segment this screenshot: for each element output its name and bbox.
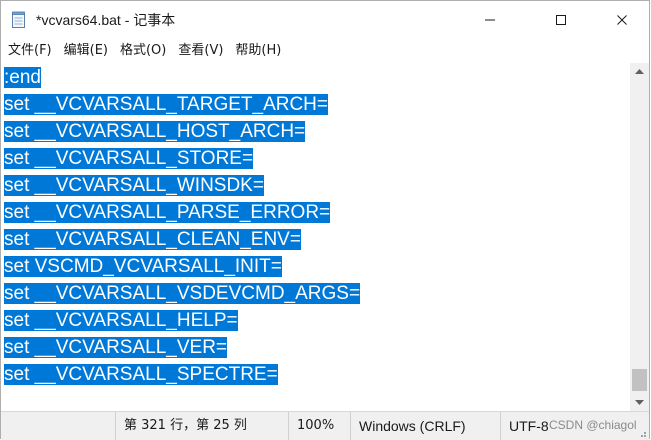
minimize-button[interactable] — [467, 1, 513, 38]
editor-line[interactable]: set __VCVARSALL_SPECTRE= — [4, 361, 278, 388]
scroll-down-button[interactable] — [630, 394, 649, 411]
text-editor[interactable]: :end set __VCVARSALL_TARGET_ARCH= set __… — [1, 63, 630, 411]
editor-line[interactable]: set VSCMD_VCVARSALL_INIT= — [4, 253, 282, 280]
title-bar[interactable]: *vcvars64.bat - 记事本 — [1, 1, 649, 38]
watermark-text: CSDN @chiagol — [549, 418, 637, 432]
chevron-up-icon — [635, 68, 644, 74]
close-icon — [617, 14, 627, 25]
close-button[interactable] — [599, 1, 645, 38]
editor-line[interactable]: set __VCVARSALL_HOST_ARCH= — [4, 118, 306, 145]
editor-line[interactable]: set __VCVARSALL_PARSE_ERROR= — [4, 199, 331, 226]
maximize-icon — [556, 14, 566, 25]
editor-line[interactable]: set __VCVARSALL_TARGET_ARCH= — [4, 91, 329, 118]
editor-line[interactable]: set __VCVARSALL_WINSDK= — [4, 172, 264, 199]
window-title: *vcvars64.bat - 记事本 — [36, 12, 176, 28]
scroll-up-button[interactable] — [630, 63, 649, 80]
minimize-icon — [485, 19, 495, 20]
scroll-thumb[interactable] — [632, 369, 647, 391]
chevron-down-icon — [635, 399, 644, 405]
editor-line[interactable]: set __VCVARSALL_VSDEVCMD_ARGS= — [4, 280, 361, 307]
menu-help[interactable]: 帮助(H) — [230, 40, 286, 62]
menu-edit[interactable]: 编辑(E) — [59, 40, 113, 62]
notepad-icon — [11, 11, 27, 29]
editor-line[interactable]: set __VCVARSALL_HELP= — [4, 307, 238, 334]
editor-line[interactable]: set __VCVARSALL_VER= — [4, 334, 228, 361]
menu-bar: 文件(F) 编辑(E) 格式(O) 查看(V) 帮助(H) — [1, 38, 649, 63]
maximize-button[interactable] — [538, 1, 584, 38]
resize-grip-icon[interactable] — [637, 428, 647, 438]
notepad-window: *vcvars64.bat - 记事本 文件(F) 编辑(E) 格式(O) 查看… — [0, 0, 650, 440]
editor-line[interactable]: set __VCVARSALL_STORE= — [4, 145, 254, 172]
editor-line[interactable]: set __VCVARSALL_CLEAN_ENV= — [4, 226, 301, 253]
zoom-level: 100% — [288, 412, 350, 440]
vertical-scrollbar[interactable] — [630, 63, 649, 411]
status-bar: 第 321 行，第 25 列 100% Windows (CRLF) UTF-8… — [1, 411, 649, 440]
editor-line[interactable]: :end — [4, 64, 41, 91]
cursor-position: 第 321 行，第 25 列 — [115, 412, 292, 440]
menu-file[interactable]: 文件(F) — [3, 40, 57, 62]
menu-format[interactable]: 格式(O) — [115, 40, 171, 62]
line-ending: Windows (CRLF) — [350, 412, 499, 440]
menu-view[interactable]: 查看(V) — [173, 40, 228, 62]
